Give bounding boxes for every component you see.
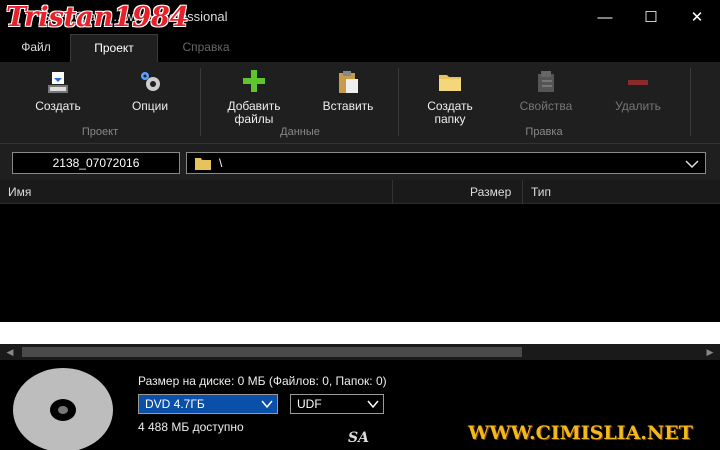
add-files-button[interactable]: Добавить файлы	[214, 68, 294, 126]
path-dropdown[interactable]: \	[186, 152, 706, 174]
options-button[interactable]: Опции	[110, 68, 190, 113]
watermark-initials: SA	[348, 430, 369, 446]
group-label-project: Проект	[81, 126, 119, 138]
maximize-button[interactable]: ☐	[628, 0, 674, 34]
ribbon-separator	[398, 68, 399, 136]
create-label: Создать	[35, 99, 81, 113]
watermark-logo: Tristan1984	[6, 2, 189, 33]
tab-file[interactable]: Файл	[6, 34, 66, 62]
column-type[interactable]: Тип	[531, 185, 551, 199]
chevron-down-icon	[367, 400, 379, 409]
media-type-value: DVD 4.7ГБ	[145, 397, 205, 411]
ribbon: Создать Опции Проект Добавить файлы Вста…	[0, 62, 720, 144]
available-space-text: 4 488 МБ доступно	[138, 420, 244, 434]
group-label-edit: Правка	[525, 126, 563, 138]
disk-size-text: Размер на диске: 0 МБ (Файлов: 0, Папок:…	[138, 374, 387, 388]
plus-icon	[243, 70, 265, 92]
file-list[interactable]	[0, 204, 720, 322]
watermark-site: WWW.CIMISLIA.NET	[468, 422, 693, 444]
clipboard-icon	[339, 71, 358, 93]
column-name[interactable]: Имя	[8, 185, 31, 199]
add-files-label-2: файлы	[234, 112, 274, 126]
list-bottom-strip	[0, 322, 720, 344]
properties-icon	[538, 71, 554, 92]
create-button[interactable]: Создать	[18, 68, 98, 113]
paste-label: Вставить	[322, 99, 374, 113]
folder-icon	[195, 158, 211, 170]
disc-icon	[13, 368, 113, 450]
minimize-button[interactable]: —	[582, 0, 628, 34]
chevron-down-icon	[261, 400, 273, 409]
new-disc-icon	[48, 72, 68, 93]
scroll-right-icon[interactable]: ▶	[702, 344, 718, 360]
title-bar: ISO Образ - ...ware Professional — ☐ ✕ T…	[0, 0, 720, 34]
properties-button[interactable]: Свойства	[506, 68, 586, 113]
ribbon-separator	[690, 68, 691, 136]
ribbon-tabs: Файл Проект Справка	[0, 34, 720, 62]
delete-button[interactable]: Удалить	[598, 68, 678, 113]
path-text: \	[219, 156, 223, 170]
minus-icon	[628, 80, 648, 85]
column-size[interactable]: Размер	[470, 185, 511, 199]
media-type-select[interactable]: DVD 4.7ГБ	[138, 394, 278, 414]
column-separator	[392, 180, 393, 204]
scroll-left-icon[interactable]: ◀	[2, 344, 18, 360]
chevron-down-icon	[685, 160, 699, 169]
tab-project[interactable]: Проект	[70, 34, 158, 62]
column-separator	[522, 180, 523, 204]
close-button[interactable]: ✕	[674, 0, 720, 34]
group-label-data: Данные	[280, 126, 320, 138]
gear-icon	[141, 72, 160, 91]
properties-label: Свойства	[519, 99, 573, 113]
file-list-header: Имя Размер Тип	[0, 180, 720, 204]
folder-icon	[439, 75, 461, 91]
ribbon-separator	[200, 68, 201, 136]
path-bar: 2138_07072016 \	[0, 144, 720, 180]
filesystem-select[interactable]: UDF	[290, 394, 384, 414]
horizontal-scrollbar[interactable]: ◀ ▶	[0, 344, 720, 360]
new-folder-label-2: папку	[434, 112, 466, 126]
scrollbar-thumb[interactable]	[22, 347, 522, 357]
paste-button[interactable]: Вставить	[308, 68, 388, 113]
project-name-field[interactable]: 2138_07072016	[12, 152, 180, 174]
tab-help[interactable]: Справка	[164, 34, 248, 62]
new-folder-button[interactable]: Создать папку	[410, 68, 490, 126]
status-panel: Размер на диске: 0 МБ (Файлов: 0, Папок:…	[0, 360, 720, 450]
options-label: Опции	[131, 99, 169, 113]
filesystem-value: UDF	[297, 397, 322, 411]
delete-label: Удалить	[615, 99, 661, 113]
